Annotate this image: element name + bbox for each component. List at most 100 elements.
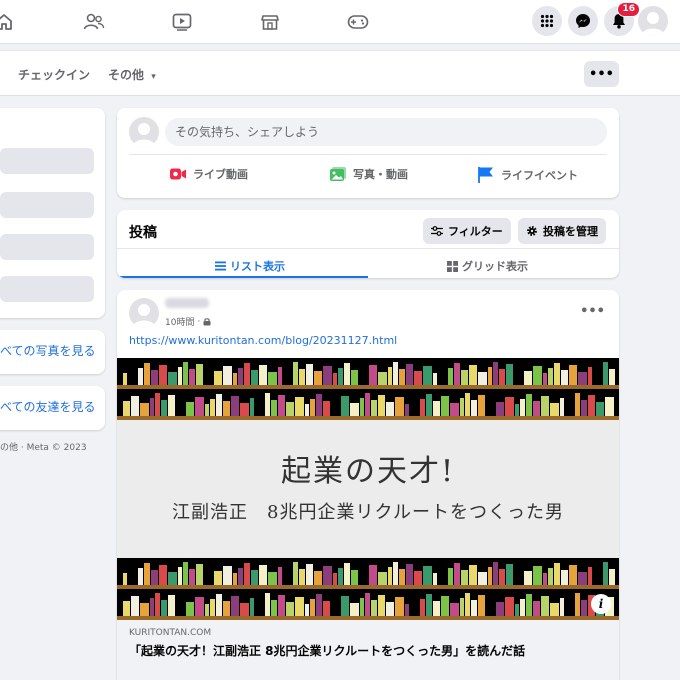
book-spine — [131, 396, 139, 416]
notifications-button[interactable]: 16 — [604, 2, 640, 36]
live-video-button[interactable]: ライブ動画 — [169, 166, 248, 182]
tab-more[interactable]: その他 ▾ — [108, 66, 156, 83]
book-spine — [205, 604, 209, 616]
messenger-button[interactable] — [568, 6, 598, 36]
book-spine — [578, 372, 587, 385]
book-spine — [216, 594, 222, 616]
link-preview-footer[interactable]: KURITONTAN.COM 「起業の天才！江副浩正 8兆円企業リクルートをつく… — [117, 620, 619, 680]
post-options-button[interactable]: ••• — [580, 304, 605, 319]
book-spine — [341, 396, 349, 416]
book-spine — [395, 597, 404, 616]
author-avatar[interactable] — [129, 298, 159, 328]
book-spine — [178, 567, 182, 585]
gaming-icon[interactable] — [346, 10, 370, 34]
tab-grid-view[interactable]: グリッド表示 — [447, 258, 528, 274]
book-spine — [186, 602, 194, 616]
book-spine — [123, 601, 130, 616]
shelf-plank — [117, 385, 619, 389]
book-spine — [351, 570, 358, 585]
photo-video-button[interactable]: 写真・動画 — [329, 166, 408, 182]
book-spine — [433, 373, 437, 385]
book-spine — [605, 397, 614, 416]
book-spine — [151, 570, 158, 585]
book-spine — [548, 568, 553, 585]
watch-icon[interactable] — [170, 10, 194, 34]
book-spine — [168, 372, 177, 385]
book-spine — [244, 563, 250, 585]
marketplace-icon[interactable] — [258, 10, 282, 34]
info-icon[interactable]: i — [591, 594, 611, 614]
manage-posts-button[interactable]: 投稿を管理 — [518, 218, 606, 244]
shelf-plank — [117, 585, 619, 589]
book-spine — [323, 366, 332, 385]
book-spine — [378, 572, 387, 585]
author-name-blurred[interactable] — [165, 298, 209, 308]
book-spine — [316, 394, 322, 416]
book-spine — [554, 363, 560, 385]
book-spine — [533, 601, 540, 616]
book-spine — [271, 400, 277, 416]
composer-card: その気持ち、シェアしよう ライブ動画 写真・動画 ライフイベント — [117, 108, 619, 198]
avatar[interactable] — [129, 117, 159, 147]
posts-header-card: 投稿 フィルター 投稿を管理 リスト表示 グリッド表示 — [117, 210, 619, 278]
life-event-button[interactable]: ライフイベント — [477, 166, 578, 184]
image-subtitle: 江副浩正 8兆円企業リクルートをつくった男 — [172, 502, 564, 523]
more-options-button[interactable]: ••• — [584, 61, 619, 87]
book-spine — [588, 567, 592, 585]
book-spine — [223, 601, 230, 616]
flag-icon — [478, 167, 493, 183]
book-spine — [561, 570, 568, 585]
placeholder-bar — [0, 276, 94, 302]
photo-icon — [330, 167, 346, 181]
book-spine — [386, 602, 394, 616]
manage-posts-label: 投稿を管理 — [543, 225, 598, 238]
filter-button[interactable]: フィルター — [423, 218, 511, 244]
book-spine — [168, 595, 175, 616]
book-spine — [140, 603, 149, 616]
home-icon[interactable] — [0, 10, 16, 34]
book-spine — [488, 567, 492, 585]
book-spine — [151, 370, 158, 385]
book-spine — [369, 365, 377, 385]
footer-links[interactable]: の他 · Meta © 2023 — [0, 440, 87, 453]
book-spine — [460, 398, 464, 416]
bookshelf-bottom — [117, 558, 619, 620]
link-preview-image[interactable]: 起業の天才! 江副浩正 8兆円企業リクルートをつくった男 i — [117, 358, 619, 620]
book-spine — [233, 573, 237, 585]
book-spine — [140, 403, 149, 416]
book-spine — [541, 396, 549, 416]
book-spine — [278, 395, 285, 416]
tab-list-view[interactable]: リスト表示 — [215, 258, 285, 274]
book-spine — [338, 368, 343, 385]
book-spine — [210, 599, 215, 616]
composer-input[interactable]: その気持ち、シェアしよう — [165, 118, 607, 146]
book-spine — [378, 595, 385, 616]
post-time[interactable]: 10時間 — [165, 315, 194, 328]
tab-more-label: その他 — [108, 68, 145, 82]
book-spine — [159, 365, 167, 385]
book-spine — [295, 597, 304, 616]
friends-icon[interactable] — [82, 10, 106, 34]
book-spine — [138, 368, 143, 385]
book-spine — [609, 369, 615, 385]
menu-grid-button[interactable] — [532, 6, 562, 36]
book-spine — [365, 393, 370, 416]
book-spine — [448, 368, 453, 385]
book-spine — [293, 562, 298, 585]
book-spine — [150, 398, 154, 416]
book-spine — [550, 403, 559, 416]
see-all-photos-link[interactable]: べての写真を見る — [0, 342, 96, 359]
post-url-link[interactable]: https://www.kuritontan.com/blog/20231127… — [129, 334, 397, 347]
account-avatar[interactable] — [638, 6, 668, 36]
book-spine — [388, 367, 392, 385]
book-spine — [378, 372, 387, 385]
notification-badge: 16 — [617, 2, 640, 17]
tab-checkin[interactable]: チェックイン — [18, 66, 90, 83]
book-spine — [155, 393, 160, 416]
see-all-friends-link[interactable]: べての友達を見る — [0, 398, 96, 415]
book-spine — [210, 399, 215, 416]
book-spine — [238, 568, 243, 585]
book-spine — [548, 368, 553, 385]
book-spine — [214, 371, 222, 385]
book-spine — [543, 373, 547, 385]
